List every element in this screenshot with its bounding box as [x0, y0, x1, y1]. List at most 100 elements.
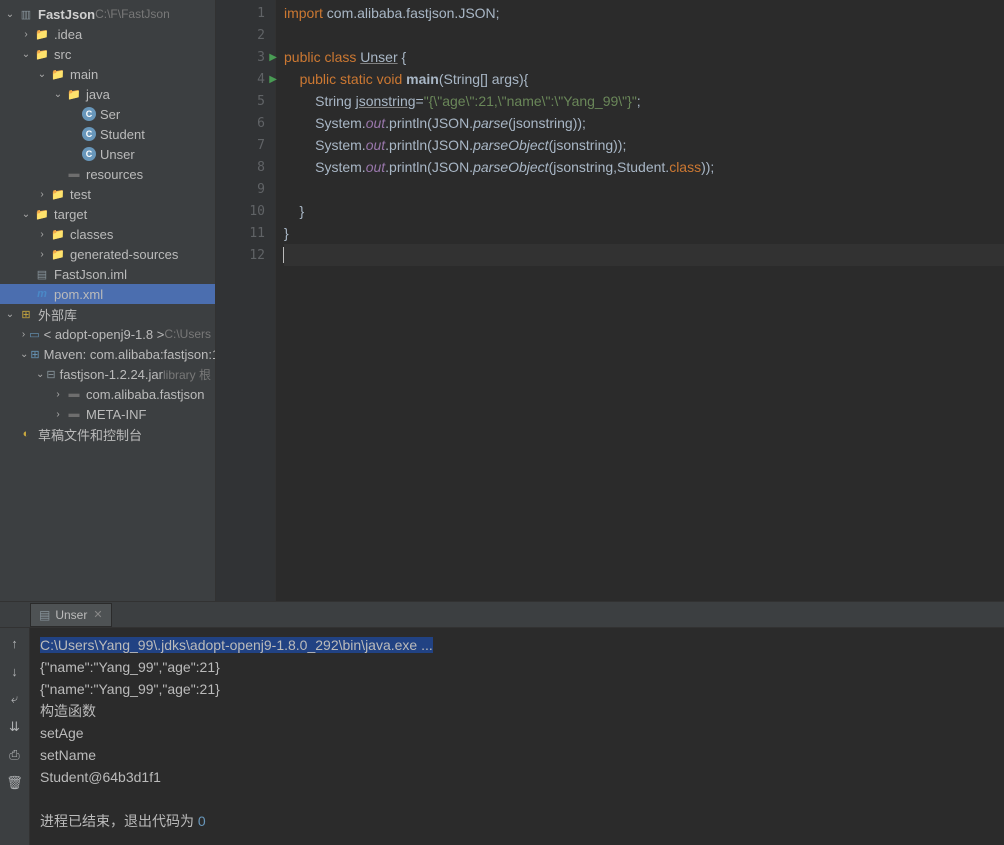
tree-item-fastjson[interactable]: ▥FastJson C:\F\FastJson	[0, 4, 215, 24]
gutter-line[interactable]: 8	[216, 156, 275, 178]
tree-item-java[interactable]: 📁java	[0, 84, 215, 104]
tree-item-fastjson-iml[interactable]: ▤FastJson.iml	[0, 264, 215, 284]
chevron-down-icon[interactable]	[4, 9, 16, 20]
wrap-icon[interactable]: ⤶	[4, 688, 26, 710]
tree-item-label: pom.xml	[54, 287, 103, 302]
chevron-down-icon[interactable]	[20, 349, 28, 360]
chevron-down-icon[interactable]	[36, 369, 44, 380]
tree-item-student[interactable]: CStudent	[0, 124, 215, 144]
tree-item-label: 草稿文件和控制台	[38, 425, 142, 444]
run-gutter-icon[interactable]: ▶	[269, 52, 277, 63]
gutter-line[interactable]: 10	[216, 200, 275, 222]
tree-item-fastjson-1-2-24-jar[interactable]: ⊟fastjson-1.2.24.jar library 根	[0, 364, 215, 384]
tree-item-target[interactable]: 📁target	[0, 204, 215, 224]
up-icon[interactable]: ↑	[4, 632, 26, 654]
gutter-line[interactable]: 4▶	[216, 68, 275, 90]
chevron-right-icon[interactable]	[36, 249, 48, 260]
chevron-down-icon[interactable]	[20, 209, 32, 220]
close-icon[interactable]: ✕	[93, 608, 102, 621]
tree-item--[interactable]: ⊞外部库	[0, 304, 215, 324]
console-line: Student@64b3d1f1	[40, 766, 994, 788]
run-gutter-icon[interactable]: ▶	[269, 74, 277, 85]
chevron-down-icon[interactable]	[4, 309, 16, 320]
code-line[interactable]	[284, 178, 1004, 200]
code-line[interactable]: }	[284, 200, 1004, 222]
chevron-right-icon[interactable]	[36, 229, 48, 240]
console-line: setAge	[40, 722, 994, 744]
tree-item-label: test	[70, 187, 91, 202]
down-icon[interactable]: ↓	[4, 660, 26, 682]
tree-item-resources[interactable]: ▬resources	[0, 164, 215, 184]
code-line[interactable]: import com.alibaba.fastjson.JSON;	[284, 2, 1004, 24]
tree-item-unser[interactable]: CUnser	[0, 144, 215, 164]
tree-item-classes[interactable]: 📁classes	[0, 224, 215, 244]
tree-item-label: Ser	[100, 107, 120, 122]
trash-icon[interactable]: 🗑	[4, 772, 26, 794]
tree-item-generated-sources[interactable]: 📁generated-sources	[0, 244, 215, 264]
tree-item-suffix: library 根	[163, 366, 211, 383]
console-line: setName	[40, 744, 994, 766]
gutter-line[interactable]: 9	[216, 178, 275, 200]
gutter: 123▶4▶56789101112	[216, 0, 276, 601]
code-line[interactable]: public class Unser {	[284, 46, 1004, 68]
code-line[interactable]	[284, 24, 1004, 46]
tree-item-test[interactable]: 📁test	[0, 184, 215, 204]
tree-item-suffix: C:\F\FastJson	[95, 7, 170, 21]
code-line[interactable]: public static void main(String[] args){	[284, 68, 1004, 90]
project-tree-panel: ▥FastJson C:\F\FastJson📁.idea📁src📁main📁j…	[0, 0, 216, 601]
chevron-down-icon[interactable]	[36, 69, 48, 80]
run-tab-label: Unser	[55, 608, 87, 622]
chevron-right-icon[interactable]	[20, 29, 32, 40]
chevron-down-icon[interactable]	[52, 89, 64, 100]
code-line[interactable]: System.out.println(JSON.parseObject(json…	[284, 156, 1004, 178]
gutter-line[interactable]: 1	[216, 2, 275, 24]
tree-item-meta-inf[interactable]: ▬META-INF	[0, 404, 215, 424]
tree-item--[interactable]: ◐草稿文件和控制台	[0, 424, 215, 444]
gutter-line[interactable]: 2	[216, 24, 275, 46]
gutter-line[interactable]: 7	[216, 134, 275, 156]
console-toolbar: ↑ ↓ ⤶ ⇊ ⎙ 🗑	[0, 628, 30, 845]
tree-item-label: classes	[70, 227, 113, 242]
cursor	[283, 247, 288, 263]
chevron-right-icon[interactable]	[52, 409, 64, 420]
chevron-right-icon[interactable]	[36, 189, 48, 200]
tree-item-src[interactable]: 📁src	[0, 44, 215, 64]
run-panel: ▤ Unser ✕ ↑ ↓ ⤶ ⇊ ⎙ 🗑 C:\Users\Yang_99\.…	[0, 601, 1004, 845]
code-line[interactable]: }	[284, 222, 1004, 244]
print-icon[interactable]: ⎙	[4, 744, 26, 766]
chevron-down-icon[interactable]	[20, 49, 32, 60]
code-line[interactable]	[284, 244, 1004, 266]
tree-item-label: com.alibaba.fastjson	[86, 387, 205, 402]
gutter-line[interactable]: 6	[216, 112, 275, 134]
tree-item-com-alibaba-fastjson[interactable]: ▬com.alibaba.fastjson	[0, 384, 215, 404]
run-tab-bar: ▤ Unser ✕	[0, 602, 1004, 628]
gutter-line[interactable]: 3▶	[216, 46, 275, 68]
gutter-line[interactable]: 5	[216, 90, 275, 112]
tree-item-maven-com-alibaba-fastjson-1-2[interactable]: ⊞Maven: com.alibaba:fastjson:1.2	[0, 344, 215, 364]
gutter-line[interactable]: 12	[216, 244, 275, 266]
run-tab-unser[interactable]: ▤ Unser ✕	[30, 603, 112, 627]
console-line: C:\Users\Yang_99\.jdks\adopt-openj9-1.8.…	[40, 634, 994, 656]
tree-item-main[interactable]: 📁main	[0, 64, 215, 84]
console-output[interactable]: C:\Users\Yang_99\.jdks\adopt-openj9-1.8.…	[30, 628, 1004, 845]
tree-item-ser[interactable]: CSer	[0, 104, 215, 124]
code-line[interactable]: System.out.println(JSON.parse(jsonstring…	[284, 112, 1004, 134]
tree-item--adopt-openj9-1-8-[interactable]: ▭< adopt-openj9-1.8 > C:\Users	[0, 324, 215, 344]
tree-item-label: 外部库	[38, 305, 77, 324]
scroll-icon[interactable]: ⇊	[4, 716, 26, 738]
code-line[interactable]: String jsonstring="{\"age\":21,\"name\":…	[284, 90, 1004, 112]
tree-item-label: .idea	[54, 27, 82, 42]
tree-item--idea[interactable]: 📁.idea	[0, 24, 215, 44]
editor[interactable]: 123▶4▶56789101112 import com.alibaba.fas…	[216, 0, 1004, 601]
tree-item-label: Maven: com.alibaba:fastjson:1.2	[44, 347, 216, 362]
gutter-line[interactable]: 11	[216, 222, 275, 244]
chevron-right-icon[interactable]	[52, 389, 64, 400]
code-line[interactable]: System.out.println(JSON.parseObject(json…	[284, 134, 1004, 156]
tree-item-label: fastjson-1.2.24.jar	[60, 367, 163, 382]
tree-item-suffix: C:\Users	[164, 327, 211, 341]
chevron-right-icon[interactable]	[20, 329, 27, 340]
tree-item-pom-xml[interactable]: mpom.xml	[0, 284, 215, 304]
tree-item-label: FastJson.iml	[54, 267, 127, 282]
tree-item-label: FastJson	[38, 7, 95, 22]
code-area[interactable]: import com.alibaba.fastjson.JSON; public …	[276, 0, 1004, 601]
